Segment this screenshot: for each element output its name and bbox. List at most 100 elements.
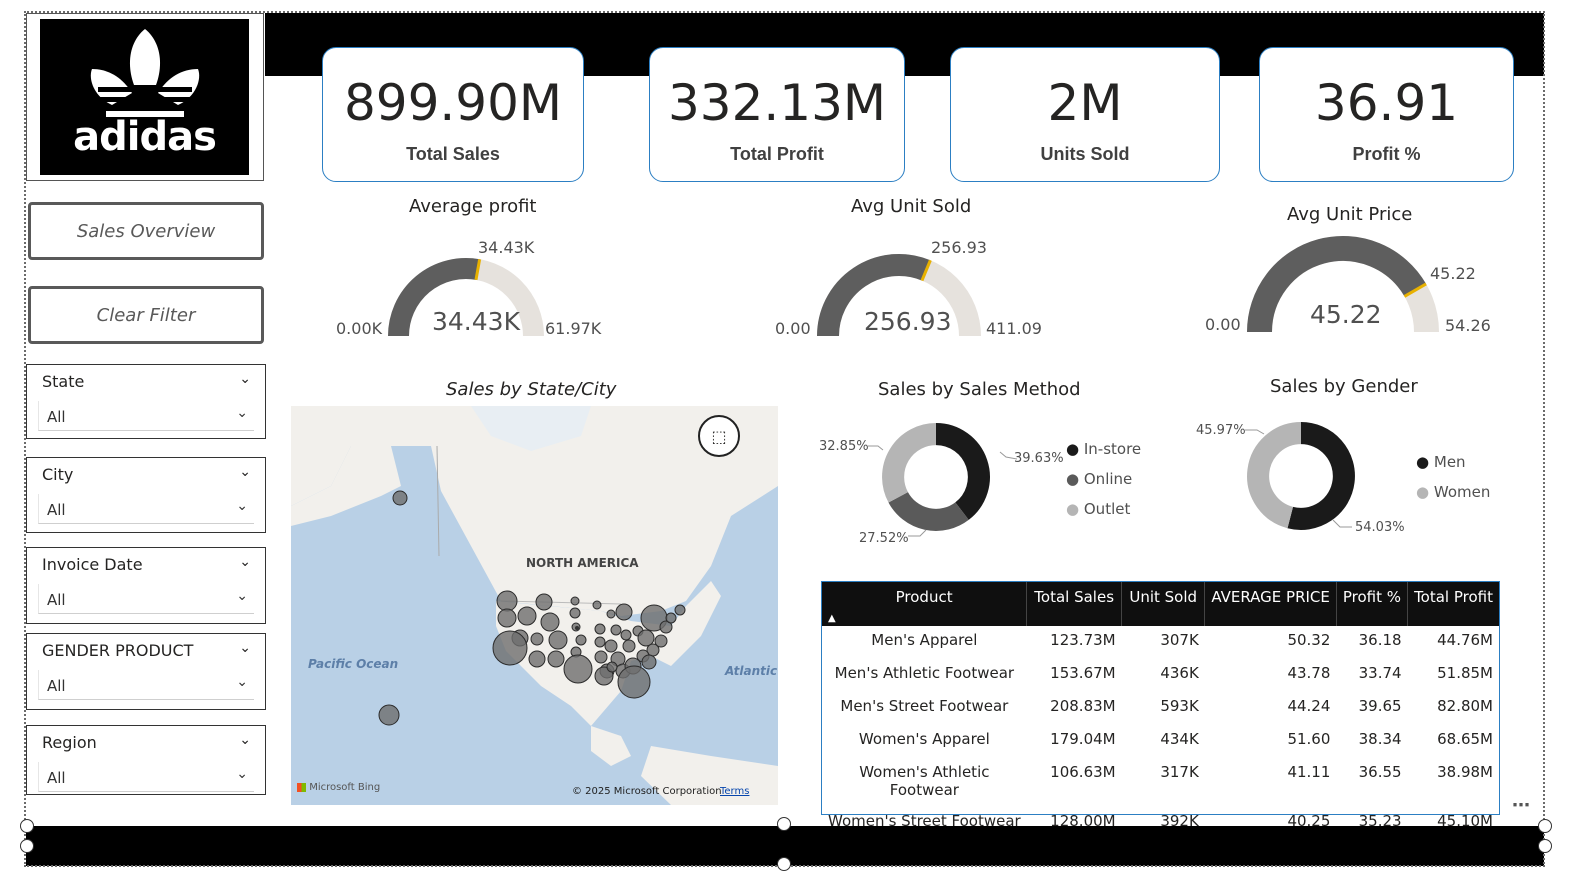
slicer-value: All xyxy=(47,591,66,609)
map-select-tool-icon[interactable]: ⬚ xyxy=(698,415,740,457)
table-row[interactable]: Women's Street Footwear 128.00M 392K 40.… xyxy=(822,807,1499,840)
kpi-value: 36.91 xyxy=(1314,74,1459,132)
cell-total-sales: 123.73M xyxy=(1050,631,1116,649)
slicer-dropdown[interactable]: All ⌄ xyxy=(38,762,254,792)
legend-item-online[interactable]: ● Online xyxy=(1066,470,1132,488)
chevron-down-icon[interactable]: ⌄ xyxy=(239,640,251,656)
cell-total-sales: 106.63M xyxy=(1050,763,1116,781)
gauge-title-average-profit: Average profit xyxy=(409,196,537,217)
gauge-target-label: 256.93 xyxy=(931,238,987,257)
column-header-unit-sold[interactable]: Unit Sold xyxy=(1121,582,1206,626)
legend-dot-icon: ● xyxy=(1066,500,1080,518)
column-header-average-price[interactable]: AVERAGE PRICE xyxy=(1204,582,1337,626)
kpi-value: 899.90M xyxy=(343,74,563,132)
cell-total-sales: 128.00M xyxy=(1050,812,1116,830)
kpi-label: Units Sold xyxy=(1040,144,1130,164)
resize-handle-left[interactable] xyxy=(20,819,34,833)
sales-overview-button[interactable]: Sales Overview xyxy=(28,202,264,260)
table-header-row: Product ▲ Total Sales Unit Sold AVERAGE P… xyxy=(822,582,1499,626)
table-row[interactable]: Men's Street Footwear 208.83M 593K 44.24… xyxy=(822,692,1499,725)
legend-dot-icon: ● xyxy=(1066,440,1080,458)
kpi-card-profit-pct[interactable]: 36.91 Profit % xyxy=(1259,47,1514,182)
slicer-gender-product[interactable]: GENDER PRODUCT ⌄ All ⌄ xyxy=(26,633,266,710)
slicer-invoice-date[interactable]: Invoice Date ⌄ All ⌄ xyxy=(26,547,266,624)
kpi-card-total-sales[interactable]: 899.90M Total Sales xyxy=(322,47,584,182)
chevron-down-icon[interactable]: ⌄ xyxy=(236,766,248,782)
cell-product: Women's Apparel xyxy=(858,730,990,748)
legend-dot-icon: ● xyxy=(1416,483,1430,501)
slicer-title: State xyxy=(42,372,85,391)
slicer-value: All xyxy=(47,769,66,787)
chevron-down-icon[interactable]: ⌄ xyxy=(236,405,248,421)
table-row[interactable]: Women's Apparel 179.04M 434K 51.60 38.34… xyxy=(822,725,1499,758)
chevron-down-icon[interactable]: ⌄ xyxy=(239,464,251,480)
cell-unit-sold: 392K xyxy=(1160,812,1199,830)
kpi-card-units-sold[interactable]: 2M Units Sold xyxy=(950,47,1220,182)
brand-wordmark: adidas xyxy=(73,114,217,160)
product-table[interactable]: Product ▲ Total Sales Unit Sold AVERAGE P… xyxy=(821,581,1500,830)
chevron-down-icon[interactable]: ⌄ xyxy=(239,732,251,748)
kpi-card-total-profit[interactable]: 332.13M Total Profit xyxy=(649,47,905,182)
slicer-title: Invoice Date xyxy=(42,555,143,574)
chevron-down-icon[interactable]: ⌄ xyxy=(236,588,248,604)
cell-unit-sold: 317K xyxy=(1160,763,1199,781)
column-header-profit-pct[interactable]: Profit % xyxy=(1336,582,1409,626)
slicer-dropdown[interactable]: All ⌄ xyxy=(38,494,254,524)
cell-total-profit: 51.85M xyxy=(1437,664,1493,682)
legend-item-women[interactable]: ● Women xyxy=(1416,483,1490,501)
legend-item-outlet[interactable]: ● Outlet xyxy=(1066,500,1130,518)
cell-average-price: 50.32 xyxy=(1287,631,1331,649)
table-row[interactable]: Men's Apparel 123.73M 307K 50.32 36.18 4… xyxy=(822,626,1499,659)
kpi-value: 2M xyxy=(1047,74,1123,132)
donut-leader-lines xyxy=(868,445,1018,537)
legend-item-men[interactable]: ● Men xyxy=(1416,453,1466,471)
slicer-dropdown[interactable]: All ⌄ xyxy=(38,401,254,431)
slicer-city[interactable]: City ⌄ All ⌄ xyxy=(26,457,266,533)
chevron-down-icon[interactable]: ⌄ xyxy=(236,498,248,514)
kpi-label: Total Profit xyxy=(730,144,824,164)
gauge-title-avg-unit-sold: Avg Unit Sold xyxy=(851,196,972,217)
legend-label: Women xyxy=(1433,483,1491,501)
resize-handle-bottom[interactable] xyxy=(777,857,791,871)
more-options-icon[interactable]: ⋯ xyxy=(1512,795,1530,816)
clear-filter-button[interactable]: Clear Filter xyxy=(28,286,264,344)
legend-label: Online xyxy=(1083,470,1133,488)
kpi-label: Profit % xyxy=(1352,144,1421,164)
gauge-title-avg-unit-price: Avg Unit Price xyxy=(1287,204,1413,225)
cell-unit-sold: 307K xyxy=(1160,631,1199,649)
map-bubbles[interactable] xyxy=(291,406,778,805)
legend-dot-icon: ● xyxy=(1066,470,1080,488)
chevron-down-icon[interactable]: ⌄ xyxy=(239,371,251,387)
slicer-title: GENDER PRODUCT xyxy=(42,641,194,660)
chevron-down-icon[interactable]: ⌄ xyxy=(236,674,248,690)
cell-average-price: 43.78 xyxy=(1287,664,1331,682)
map-sales-by-state-city[interactable]: NORTH AMERICA Pacific Ocean Atlantic ⬚ M… xyxy=(291,406,778,805)
sort-ascending-icon[interactable]: ▲ xyxy=(828,613,836,624)
resize-handle-right-bottom[interactable] xyxy=(1538,839,1552,853)
legend-item-in-store[interactable]: ● In-store xyxy=(1066,440,1141,458)
slicer-region[interactable]: Region ⌄ All ⌄ xyxy=(26,725,266,795)
resize-handle-left-bottom[interactable] xyxy=(20,839,34,853)
map-title: Sales by State/City xyxy=(446,379,617,400)
donut-title-gender: Sales by Gender xyxy=(1270,376,1418,397)
slicer-dropdown[interactable]: All ⌄ xyxy=(38,670,254,700)
table-row[interactable]: Men's Athletic Footwear 153.67M 436K 43.… xyxy=(822,659,1499,692)
map-terms-link[interactable]: Terms xyxy=(720,786,749,797)
slicer-state[interactable]: State ⌄ All ⌄ xyxy=(26,364,266,439)
column-header-total-profit[interactable]: Total Profit xyxy=(1407,582,1499,626)
gauge-center-value: 256.93 xyxy=(864,307,952,336)
legend-label: In-store xyxy=(1083,440,1142,458)
slicer-dropdown[interactable]: All ⌄ xyxy=(38,584,254,614)
slicer-value: All xyxy=(47,677,66,695)
cell-profit-pct: 35.23 xyxy=(1358,812,1402,830)
column-header-product[interactable]: Product ▲ xyxy=(822,582,1028,626)
slicer-value: All xyxy=(47,501,66,519)
gauge-max-label: 61.97K xyxy=(545,319,602,338)
gauge-target-label: 45.22 xyxy=(1430,264,1476,283)
resize-handle-top[interactable] xyxy=(777,817,791,831)
column-header-total-sales[interactable]: Total Sales xyxy=(1026,582,1123,626)
chevron-down-icon[interactable]: ⌄ xyxy=(239,554,251,570)
resize-handle-right[interactable] xyxy=(1538,819,1552,833)
table-row[interactable]: Women's Athletic Footwear 106.63M 317K 4… xyxy=(822,758,1499,807)
cell-product: Women's Street Footwear xyxy=(828,812,1021,830)
